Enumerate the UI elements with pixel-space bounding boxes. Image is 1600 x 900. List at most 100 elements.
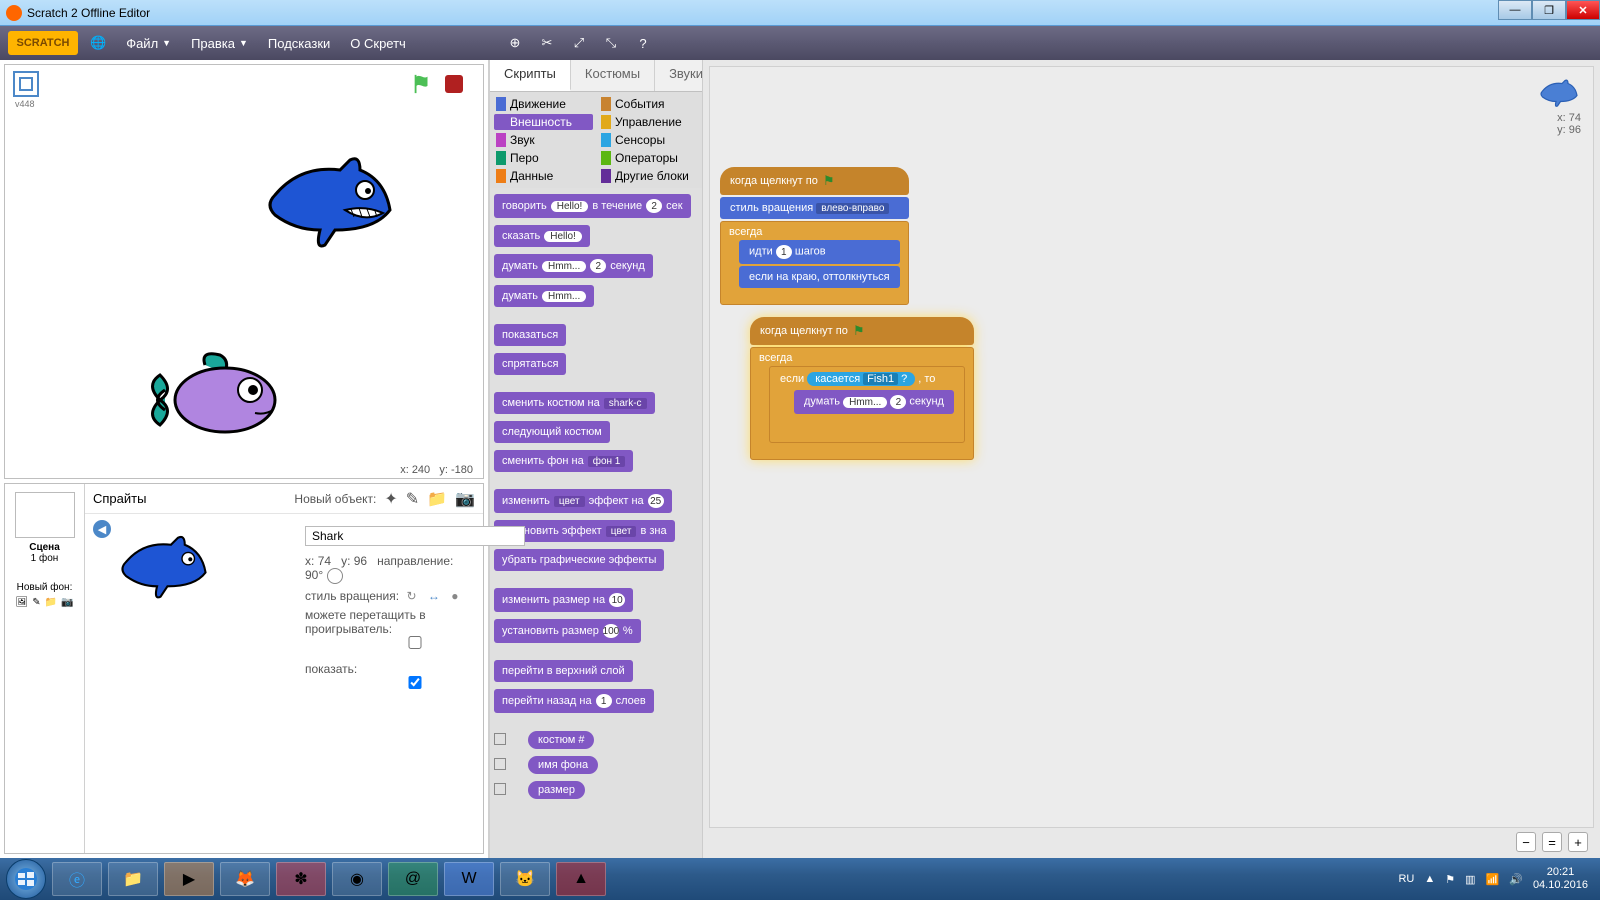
cat-operators[interactable]: Операторы (599, 150, 698, 166)
rotation-allround-button[interactable]: ↻ (406, 589, 416, 603)
block-think[interactable]: думатьHmm... (494, 285, 594, 307)
zoom-reset-button[interactable]: = (1542, 832, 1562, 852)
block-next-costume[interactable]: следующий костюм (494, 421, 610, 443)
fullscreen-button[interactable] (13, 71, 39, 97)
cut-icon[interactable]: ✂ (538, 34, 556, 52)
sprite-thumbnail-shark[interactable] (119, 534, 209, 604)
draggable-checkbox[interactable] (305, 636, 525, 649)
task-media[interactable]: ▶ (164, 862, 214, 896)
stage[interactable]: v448 x: 240 y: -180 (4, 64, 484, 479)
tab-scripts[interactable]: Скрипты (490, 60, 571, 91)
task-app-red[interactable]: ✽ (276, 862, 326, 896)
rotation-none-button[interactable]: ● (451, 589, 458, 603)
reporter-costume-num[interactable]: костюм # (528, 731, 594, 749)
sprite-camera-icon[interactable]: 📷 (455, 489, 475, 509)
task-app-green[interactable]: @ (388, 862, 438, 896)
checkbox-costume-num[interactable] (494, 733, 506, 745)
task-firefox[interactable]: 🦊 (220, 862, 270, 896)
zoom-in-button[interactable]: + (1568, 832, 1588, 852)
cat-looks[interactable]: Внешность (494, 114, 593, 130)
zoom-out-button[interactable]: − (1516, 832, 1536, 852)
reporter-size[interactable]: размер (528, 781, 585, 799)
block-bounce-edge[interactable]: если на краю, оттолкнуться (739, 266, 900, 288)
sprite-name-input[interactable] (305, 526, 525, 546)
cat-more[interactable]: Другие блоки (599, 168, 698, 184)
tray-flag-icon[interactable]: ⚑ (1445, 873, 1455, 886)
block-if-touching[interactable]: если касается Fish1 ? , то думать Hmm...… (769, 366, 965, 443)
checkbox-size[interactable] (494, 783, 506, 795)
reporter-bg-name[interactable]: имя фона (528, 756, 598, 774)
help-icon[interactable]: ? (634, 34, 652, 52)
script-2[interactable]: когда щелкнут по⚑ всегда если касается F… (750, 317, 974, 460)
task-chrome[interactable]: ◉ (332, 862, 382, 896)
window-maximize-button[interactable]: ❐ (1532, 0, 1566, 20)
block-think-for[interactable]: думатьHmm...2секунд (494, 254, 653, 278)
tab-costumes[interactable]: Костюмы (571, 60, 655, 91)
checkbox-bg-name[interactable] (494, 758, 506, 770)
stop-button[interactable] (445, 75, 463, 93)
sprite-shark-stage[interactable] (265, 155, 395, 255)
task-explorer[interactable]: 📁 (108, 862, 158, 896)
tray-battery-icon[interactable]: ▥ (1465, 873, 1475, 886)
backdrop-upload-icon[interactable]: 📁 (45, 597, 57, 608)
block-when-flag-1[interactable]: когда щелкнут по⚑ (720, 167, 909, 195)
green-flag-button[interactable] (411, 73, 433, 95)
sprite-paint-icon[interactable]: ✎ (406, 489, 419, 509)
cat-data[interactable]: Данные (494, 168, 593, 184)
show-checkbox[interactable] (305, 676, 525, 689)
grow-icon[interactable]: ⤢ (570, 34, 588, 52)
cat-pen[interactable]: Перо (494, 150, 593, 166)
block-say-for[interactable]: говоритьHello!в течение2сек (494, 194, 691, 218)
block-show[interactable]: показаться (494, 324, 566, 346)
block-think-script[interactable]: думать Hmm... 2 секунд (794, 390, 954, 414)
tray-network-icon[interactable]: 📶 (1486, 873, 1500, 886)
tray-lang[interactable]: RU (1398, 873, 1414, 885)
sprite-fish-stage[interactable] (145, 345, 295, 455)
task-pdf[interactable]: ▲ (556, 862, 606, 896)
tray-volume-icon[interactable]: 🔊 (1509, 873, 1523, 886)
sprite-library-icon[interactable]: ✦ (384, 489, 397, 509)
sprite-upload-icon[interactable]: 📁 (427, 489, 447, 509)
task-word[interactable]: W (444, 862, 494, 896)
task-ie[interactable]: ⓔ (52, 862, 102, 896)
arg-touching[interactable]: касается Fish1 ? (807, 372, 915, 386)
menu-about[interactable]: О Скретч (340, 36, 416, 51)
shrink-icon[interactable]: ⤡ (602, 34, 620, 52)
block-set-rotation-style[interactable]: стиль вращения влево-вправо (720, 197, 909, 219)
menu-tips[interactable]: Подсказки (258, 36, 340, 51)
cat-events[interactable]: События (599, 96, 698, 112)
block-switch-costume[interactable]: сменить костюм наshark-c (494, 392, 655, 414)
menu-file[interactable]: Файл▼ (116, 36, 181, 51)
task-scratch[interactable]: 🐱 (500, 862, 550, 896)
script-1[interactable]: когда щелкнут по⚑ стиль вращения влево-в… (720, 167, 909, 305)
block-go-back[interactable]: перейти назад на1слоев (494, 689, 654, 713)
direction-dial[interactable] (327, 568, 343, 584)
cat-sound[interactable]: Звук (494, 132, 593, 148)
tray-arrow-icon[interactable]: ▲ (1424, 873, 1435, 885)
block-change-effect[interactable]: изменитьцветэффект на25 (494, 489, 672, 513)
scripts-canvas[interactable]: когда щелкнут по⚑ стиль вращения влево-в… (709, 66, 1594, 828)
window-minimize-button[interactable]: — (1498, 0, 1532, 20)
block-change-size[interactable]: изменить размер на10 (494, 588, 633, 612)
cat-control[interactable]: Управление (599, 114, 698, 130)
block-clear-effects[interactable]: убрать графические эффекты (494, 549, 664, 571)
block-hide[interactable]: спрятаться (494, 353, 566, 375)
tray-clock[interactable]: 20:2104.10.2016 (1533, 866, 1588, 892)
cat-motion[interactable]: Движение (494, 96, 593, 112)
block-switch-backdrop[interactable]: сменить фон нафон 1 (494, 450, 633, 472)
stage-thumbnail[interactable] (15, 492, 75, 538)
block-move-steps[interactable]: идти 1 шагов (739, 240, 900, 264)
block-forever-2[interactable]: всегда если касается Fish1 ? , то думать… (750, 347, 974, 460)
start-button[interactable] (6, 859, 46, 899)
backdrop-library-icon[interactable]: 🖼 (16, 597, 29, 608)
menu-edit[interactable]: Правка▼ (181, 36, 258, 51)
window-close-button[interactable]: ✕ (1566, 0, 1600, 20)
backdrop-paint-icon[interactable]: ✎ (32, 597, 40, 608)
rotation-leftright-button[interactable]: ↔ (428, 589, 440, 603)
stamp-icon[interactable]: ⊕ (506, 34, 524, 52)
block-say[interactable]: сказатьHello! (494, 225, 590, 247)
block-when-flag-2[interactable]: когда щелкнут по⚑ (750, 317, 974, 345)
scratch-logo[interactable]: SCRATCH (8, 31, 78, 55)
sprite-back-button[interactable]: ◀ (93, 520, 111, 538)
block-forever-1[interactable]: всегда идти 1 шагов если на краю, оттолк… (720, 221, 909, 305)
